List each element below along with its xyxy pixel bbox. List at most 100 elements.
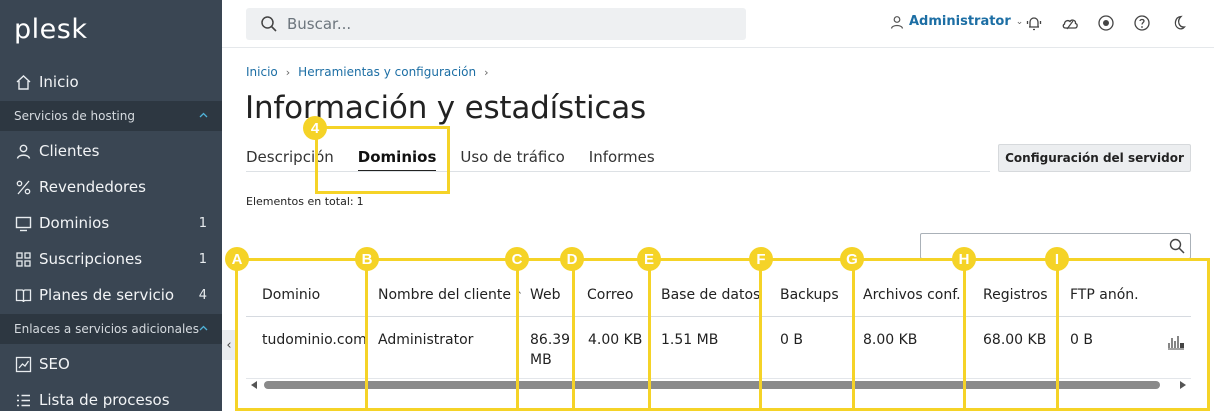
column-header-correo[interactable]: Correo — [587, 287, 633, 303]
column-header-backups[interactable]: Backups — [780, 287, 839, 303]
search-icon — [261, 16, 277, 32]
callout-badge-i: I — [1045, 247, 1069, 271]
callout-divider — [365, 258, 368, 411]
server-settings-button[interactable]: Configuración del servidor — [998, 144, 1191, 172]
table-row-divider — [246, 378, 1191, 379]
callout-divider — [648, 258, 651, 411]
chart-icon — [14, 355, 32, 373]
sidebar-section-hosting[interactable]: Servicios de hosting — [0, 101, 222, 131]
column-header-dominio[interactable]: Dominio — [262, 287, 320, 303]
sidebar-section-label: Enlaces a servicios adicionales — [14, 322, 199, 336]
help-icon[interactable] — [1133, 14, 1151, 32]
sidebar-item-label: SEO — [39, 355, 70, 373]
total-count: 1 — [356, 195, 364, 208]
chevron-down-icon: ⌄ — [1015, 16, 1024, 27]
callout-badge-c: C — [505, 247, 529, 271]
column-header-registros[interactable]: Registros — [983, 287, 1048, 303]
callout-badge-f: F — [749, 247, 773, 271]
tabs-divider — [246, 171, 990, 172]
cell-backups: 0 B — [780, 332, 803, 348]
sidebar-item-count: 4 — [198, 287, 207, 303]
callout-divider — [759, 258, 762, 411]
stats-chart-icon[interactable] — [1167, 334, 1185, 350]
sidebar-section-label: Servicios de hosting — [14, 109, 135, 123]
sidebar-item-seo[interactable]: SEO — [0, 346, 222, 382]
sidebar-item-procesos[interactable]: Lista de procesos — [0, 382, 222, 411]
book-icon — [14, 286, 32, 304]
bell-icon[interactable] — [1025, 14, 1043, 32]
tab-bar: Descripción Dominios Uso de tráfico Info… — [246, 148, 679, 172]
callout-divider — [963, 258, 966, 411]
callout-badge-g: G — [840, 247, 864, 271]
cloud-icon[interactable] — [1061, 14, 1079, 32]
tab-uso-trafico[interactable]: Uso de tráfico — [460, 148, 564, 172]
breadcrumb-item-herramientas[interactable]: Herramientas y configuración — [298, 65, 476, 79]
sidebar-item-inicio[interactable]: Inicio — [0, 64, 222, 100]
sidebar-item-label: Inicio — [39, 73, 79, 91]
chevron-up-icon — [199, 325, 208, 331]
cell-base-datos: 1.51 MB — [661, 332, 719, 348]
column-header-ftp-anon[interactable]: FTP anón. — [1070, 287, 1139, 303]
breadcrumb: Inicio › Herramientas y configuración › — [246, 65, 497, 79]
breadcrumb-separator: › — [285, 65, 291, 79]
cell-web: 86.39 MB — [530, 332, 571, 368]
sidebar-item-suscripciones[interactable]: Suscripciones 1 — [0, 241, 222, 277]
horizontal-scrollbar[interactable] — [246, 380, 1191, 391]
cell-registros: 68.00 KB — [983, 332, 1047, 348]
column-header-cliente[interactable]: Nombre del cliente↑ — [378, 287, 523, 303]
sidebar-collapse-handle[interactable]: ‹ — [222, 330, 236, 360]
percent-icon — [14, 178, 32, 196]
sidebar-item-label: Clientes — [39, 142, 100, 160]
search-placeholder: Buscar... — [287, 15, 352, 33]
callout-badge-b: B — [355, 247, 379, 271]
user-icon — [14, 142, 32, 160]
globe-icon[interactable] — [1097, 14, 1115, 32]
column-header-base-datos[interactable]: Base de datos — [661, 287, 760, 303]
total-items: Elementos en total: 1 — [246, 195, 364, 208]
scrollbar-thumb[interactable] — [264, 381, 1160, 389]
scroll-right-arrow-icon[interactable] — [1180, 381, 1186, 389]
callout-divider — [572, 258, 575, 411]
table-header-divider — [246, 316, 1191, 317]
user-icon — [890, 15, 904, 29]
cell-archivos-conf: 8.00 KB — [863, 332, 918, 348]
callout-badge-h: H — [952, 247, 976, 271]
column-header-label: Nombre del cliente — [378, 287, 511, 303]
column-header-archivos-conf[interactable]: Archivos conf. — [863, 287, 961, 303]
sidebar-item-count: 1 — [198, 251, 207, 267]
callout-divider — [516, 258, 519, 411]
callout-badge-4: 4 — [303, 116, 327, 140]
sidebar-item-label: Lista de procesos — [39, 391, 170, 409]
scroll-left-arrow-icon[interactable] — [251, 381, 257, 389]
total-label: Elementos en total: — [246, 195, 354, 208]
cell-cliente[interactable]: Administrator — [378, 330, 473, 350]
callout-badge-e: E — [637, 247, 661, 271]
cell-dominio[interactable]: tudominio.com — [262, 330, 367, 350]
plesk-logo[interactable]: plesk — [14, 14, 87, 45]
tab-dominios[interactable]: Dominios — [357, 148, 436, 172]
sidebar-item-label: Revendedores — [39, 178, 146, 196]
breadcrumb-item-inicio[interactable]: Inicio — [246, 65, 278, 79]
search-input[interactable]: Buscar... — [246, 8, 746, 40]
tab-descripcion[interactable]: Descripción — [246, 148, 334, 172]
search-icon — [1169, 238, 1185, 254]
callout-badge-a: A — [225, 247, 249, 271]
callout-divider — [852, 258, 855, 411]
sidebar-item-label: Planes de servicio — [39, 286, 175, 304]
user-name: Administrator — [909, 14, 1011, 29]
monitor-icon — [14, 214, 32, 232]
sidebar-item-clientes[interactable]: Clientes — [0, 133, 222, 169]
cell-ftp-anon: 0 B — [1070, 332, 1093, 348]
list-icon — [14, 391, 32, 409]
sidebar-section-enlaces[interactable]: Enlaces a servicios adicionales — [0, 314, 222, 344]
grid-icon — [14, 250, 32, 268]
user-menu[interactable]: Administrator ⌄ — [890, 14, 1023, 29]
sidebar-item-dominios[interactable]: Dominios 1 — [0, 205, 222, 241]
sidebar-item-label: Suscripciones — [39, 250, 143, 268]
sidebar-item-planes[interactable]: Planes de servicio 4 — [0, 277, 222, 313]
moon-icon[interactable] — [1169, 14, 1187, 32]
tab-informes[interactable]: Informes — [589, 148, 655, 172]
sidebar-item-revendedores[interactable]: Revendedores — [0, 169, 222, 205]
callout-divider — [1056, 258, 1059, 411]
column-header-web[interactable]: Web — [530, 287, 561, 303]
